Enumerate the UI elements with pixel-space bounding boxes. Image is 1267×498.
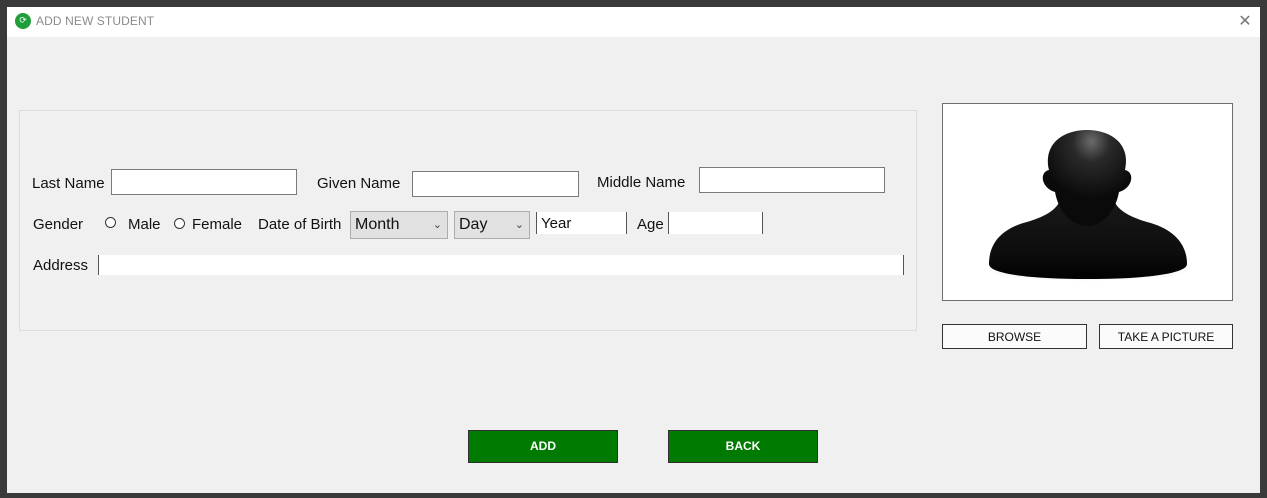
middle-name-field[interactable] [699,167,885,193]
age-field[interactable] [668,212,763,234]
student-info-groupbox: Last Name Given Name Middle Name Gender … [19,110,917,331]
gender-female-label[interactable]: Female [192,216,242,233]
title-bar[interactable]: ⟳ ADD NEW STUDENT ✕ [7,7,1260,37]
chevron-down-icon: ⌄ [432,218,442,231]
last-name-field[interactable] [111,169,297,195]
birth-month-value: Month [355,216,400,233]
given-name-label: Given Name [317,175,401,192]
date-of-birth-label: Date of Birth [258,216,342,233]
gender-male-label[interactable]: Male [128,216,161,233]
gender-label: Gender [33,216,84,233]
close-icon[interactable]: ✕ [1235,11,1255,31]
birth-month-select[interactable]: Month ⌄ [350,211,448,239]
address-label: Address [33,257,89,274]
back-button[interactable]: BACK [668,430,818,463]
birth-day-value: Day [459,216,488,233]
browse-button[interactable]: BROWSE [942,324,1087,349]
middle-name-label: Middle Name [597,174,686,191]
add-button[interactable]: ADD [468,430,618,463]
birth-year-field[interactable] [536,212,627,234]
window-title: ADD NEW STUDENT [36,14,155,28]
chevron-down-icon: ⌄ [514,218,524,231]
address-field[interactable] [98,255,904,275]
given-name-field[interactable] [412,171,579,197]
app-icon: ⟳ [15,13,31,29]
last-name-label: Last Name [32,175,105,192]
student-photo-box [942,103,1233,301]
gender-female-radio[interactable] [174,218,185,229]
add-student-window: ⟳ ADD NEW STUDENT ✕ Last Name Given Name… [7,7,1260,493]
gender-male-radio[interactable] [105,217,116,228]
age-label: Age [637,216,664,233]
take-picture-button[interactable]: TAKE A PICTURE [1099,324,1233,349]
person-silhouette-icon [987,130,1187,281]
birth-day-select[interactable]: Day ⌄ [454,211,530,239]
